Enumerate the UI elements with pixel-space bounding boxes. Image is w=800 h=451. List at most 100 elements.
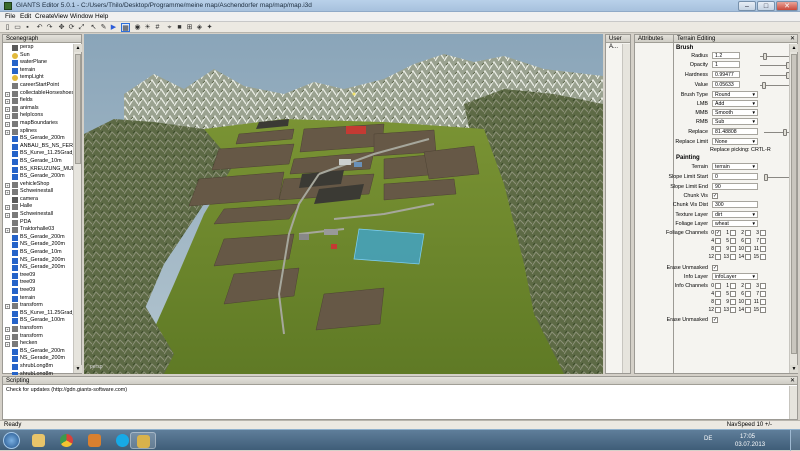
select-icon[interactable]: ↖	[89, 23, 98, 32]
expand-icon[interactable]: +	[5, 326, 10, 332]
open-icon[interactable]: ▭	[13, 23, 22, 32]
mmb-select[interactable]: Smooth ▼	[712, 109, 758, 116]
scenegraph-item[interactable]: + Halle	[3, 203, 75, 211]
scenegraph-item[interactable]: NS_Gerade_200m	[3, 355, 75, 363]
redo-icon[interactable]: ↷	[45, 23, 54, 32]
expand-icon[interactable]: +	[5, 182, 10, 188]
scenegraph-item[interactable]: terrain	[3, 67, 75, 75]
chunk-vis-checkbox[interactable]: ✓	[712, 193, 718, 199]
foliage-channel-checkbox[interactable]	[760, 246, 766, 252]
menu-file[interactable]: File	[5, 13, 15, 20]
scenegraph-item[interactable]: + transform	[3, 302, 75, 310]
menu-help[interactable]: Help	[95, 13, 108, 20]
scripting-scrollbar[interactable]	[789, 386, 797, 419]
scenegraph-item[interactable]: BS_Gerade_200m	[3, 173, 75, 181]
taskbar-explorer[interactable]	[26, 432, 52, 449]
expand-icon[interactable]: +	[5, 213, 10, 219]
scenegraph-item[interactable]: BS_KREUZUNG_MULTI_	[3, 166, 75, 174]
scenegraph-item[interactable]: + splines	[3, 128, 75, 136]
expand-icon[interactable]: +	[5, 121, 10, 127]
language-indicator[interactable]: DE	[704, 436, 712, 442]
taskbar-media[interactable]	[82, 432, 108, 449]
scenegraph-item[interactable]: terrain	[3, 295, 75, 303]
scripting-output[interactable]: Check for updates (http://gdn.giants-sof…	[6, 387, 127, 393]
scenegraph-tree[interactable]: persp Sun waterPlane terrain tempLight career…	[3, 44, 75, 375]
hardness-input[interactable]: 0.99477	[712, 71, 740, 78]
foliage-layer-select[interactable]: wheat ▼	[712, 220, 758, 227]
scroll-up-arrow-icon[interactable]: ▲	[74, 44, 82, 52]
new-icon[interactable]: ▯	[3, 23, 12, 32]
scenegraph-item[interactable]: PDA	[3, 219, 75, 227]
scenegraph-item[interactable]: NS_Gerade_200m	[3, 241, 75, 249]
erase-unmasked-checkbox[interactable]: ✓	[712, 265, 718, 271]
undo-icon[interactable]: ↶	[35, 23, 44, 32]
hardness-slider[interactable]	[760, 72, 790, 79]
chunk-vis-dist-input[interactable]: 300	[712, 201, 758, 208]
scroll-down-arrow-icon[interactable]: ▼	[790, 365, 798, 373]
info-layer-select[interactable]: infoLayer ▼	[712, 273, 758, 280]
show-desktop-button[interactable]	[790, 430, 800, 451]
value-slider-knob[interactable]	[761, 82, 766, 89]
slope-end-input[interactable]: 90	[712, 183, 758, 190]
scenegraph-item[interactable]: + transform	[3, 333, 75, 341]
foliage-channel-checkbox[interactable]	[760, 254, 766, 260]
maximize-button[interactable]: □	[757, 1, 775, 11]
scenegraph-item[interactable]: + Schweinestall	[3, 188, 75, 196]
rotate-icon[interactable]: ⟳	[67, 23, 76, 32]
expand-icon[interactable]: +	[5, 304, 10, 310]
clock-date[interactable]: 03.07.2013	[735, 442, 765, 448]
sun-icon[interactable]: ✦	[205, 23, 214, 32]
scenegraph-item[interactable]: careerStartPoint	[3, 82, 75, 90]
move-icon[interactable]: ✥	[57, 23, 66, 32]
scenegraph-item[interactable]: tree09	[3, 272, 75, 280]
scenegraph-item[interactable]: NS_Gerade_200m	[3, 264, 75, 272]
close-icon[interactable]: ✕	[790, 35, 795, 43]
scenegraph-item[interactable]: shrubLong8m	[3, 363, 75, 371]
foliage-channel-checkbox[interactable]	[760, 238, 766, 244]
scenegraph-item[interactable]: tree09	[3, 279, 75, 287]
clock-time[interactable]: 17:05	[740, 434, 755, 440]
expand-icon[interactable]: +	[5, 106, 10, 112]
expand-icon[interactable]: +	[5, 129, 10, 135]
value-input[interactable]: 0.05633	[712, 81, 740, 88]
brush-type-select[interactable]: Round ▼	[712, 91, 758, 98]
info-channel-checkbox[interactable]	[760, 291, 766, 297]
scenegraph-item[interactable]: camera	[3, 196, 75, 204]
expand-icon[interactable]: +	[5, 99, 10, 105]
scenegraph-item[interactable]: BS_Gerade_10m	[3, 158, 75, 166]
info-channel-checkbox[interactable]	[760, 299, 766, 305]
replace-slider-knob[interactable]	[783, 129, 788, 136]
slope-start-slider[interactable]	[764, 174, 792, 181]
scroll-up-arrow-icon[interactable]: ▲	[790, 44, 798, 52]
terrain-select[interactable]: terrain ▼	[712, 163, 758, 170]
radius-slider[interactable]	[760, 53, 790, 60]
terrain-icon[interactable]: ▦	[121, 23, 130, 32]
menu-window[interactable]: Window	[70, 13, 93, 20]
paint-icon[interactable]: ✎	[99, 23, 108, 32]
slope-start-input[interactable]: 0	[712, 173, 758, 180]
erase-unmasked-2-checkbox[interactable]: ✓	[712, 317, 718, 323]
scenegraph-item[interactable]: BS_Kurve_11.25Grad_16(	[3, 310, 75, 318]
expand-icon[interactable]: +	[5, 91, 10, 97]
scenegraph-item[interactable]: + mapBoundaries	[3, 120, 75, 128]
scale-icon[interactable]: ⤢	[77, 23, 86, 32]
measure-icon[interactable]: ⊞	[185, 23, 194, 32]
rmb-select[interactable]: Sub ▼	[712, 118, 758, 125]
scenegraph-item[interactable]: BS_Kurve_11.25Grad_16	[3, 150, 75, 158]
replace-slider[interactable]	[764, 129, 792, 136]
stop-icon[interactable]: ■	[175, 23, 184, 32]
value-slider[interactable]	[760, 82, 790, 89]
radius-slider-knob[interactable]	[762, 53, 767, 60]
scroll-thumb[interactable]	[791, 54, 797, 354]
user-attributes-scrollbar[interactable]	[622, 44, 630, 373]
camera-icon[interactable]: ◉	[133, 23, 142, 32]
windows-start-icon[interactable]	[3, 432, 20, 449]
scenegraph-item[interactable]: BS_Gerade_10m	[3, 249, 75, 257]
scenegraph-item[interactable]: + Traktorhalle03	[3, 226, 75, 234]
lmb-select[interactable]: Add ▼	[712, 100, 758, 107]
scenegraph-item[interactable]: + fields	[3, 97, 75, 105]
scenegraph-item[interactable]: NS_Gerade_200m	[3, 257, 75, 265]
expand-icon[interactable]: +	[5, 114, 10, 120]
minimize-button[interactable]: –	[738, 1, 756, 11]
light-icon[interactable]: ☀	[143, 23, 152, 32]
